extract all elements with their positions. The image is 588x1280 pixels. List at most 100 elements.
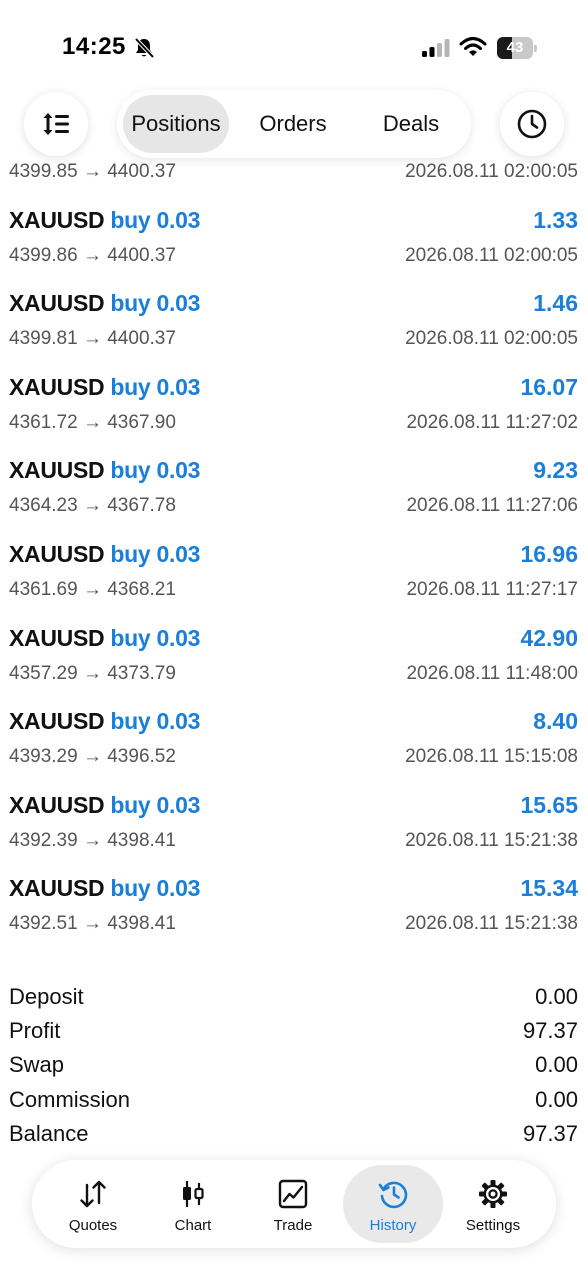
- clock-icon: [517, 109, 547, 139]
- deal-profit: 15.34: [520, 875, 578, 902]
- summary-value: 0.00: [535, 1052, 578, 1078]
- deal-symbol: XAUUSD buy 0.03: [9, 290, 200, 317]
- deal-side-volume: buy 0.03: [110, 373, 201, 400]
- summary-value: 97.37: [522, 1018, 578, 1044]
- tab-history[interactable]: History: [343, 1165, 443, 1243]
- deal-symbol-name: XAUUSD: [9, 541, 105, 567]
- summary-label: Balance: [9, 1120, 89, 1146]
- deal-row[interactable]: XAUUSD buy 0.03 1.46 4399.81 → 4400.37 2026…: [0, 290, 588, 374]
- deal-row[interactable]: XAUUSD buy 0.03 1.33 4399.86 → 4400.37 2026…: [0, 207, 588, 291]
- deal-symbol: XAUUSD buy 0.03: [9, 625, 200, 652]
- deal-prices: 4392.51 → 4398.41: [9, 913, 176, 935]
- sort-button[interactable]: [24, 92, 88, 156]
- history-period-button[interactable]: [500, 92, 564, 156]
- tab-trade-label: Trade: [273, 1217, 313, 1234]
- signal-icon: [422, 39, 450, 57]
- summary-row-commission: Commission 0.00: [0, 1087, 588, 1121]
- deal-time: 2026.08.11 02:00:05: [405, 161, 578, 182]
- deal-row[interactable]: XAUUSD buy 0.03 16.07 4361.72 → 4367.90 202…: [0, 374, 588, 458]
- summary-label: Commission: [9, 1086, 131, 1112]
- deal-symbol-name: XAUUSD: [9, 373, 105, 400]
- deal-profit: 1.46: [533, 290, 578, 317]
- wifi-icon: [459, 37, 487, 56]
- deal-symbol: XAUUSD buy 0.03: [9, 875, 200, 902]
- tab-quotes-label: Quotes: [68, 1217, 118, 1234]
- deal-symbol: XAUUSD buy 0.03: [9, 708, 200, 735]
- sort-icon: [43, 113, 69, 135]
- deal-symbol: XAUUSD buy 0.03: [9, 792, 200, 819]
- deal-symbol-name: XAUUSD: [9, 791, 105, 818]
- deal-prices: 4399.85 → 4400.37: [9, 161, 176, 182]
- deal-symbol-name: XAUUSD: [9, 290, 105, 317]
- deal-side-volume: buy 0.03: [110, 875, 201, 902]
- summary-value: 0.00: [535, 984, 578, 1009]
- summary-value: 97.37: [522, 1120, 578, 1146]
- deal-prices: 4364.23 → 4367.78: [9, 495, 176, 517]
- candlestick-icon: [183, 1181, 204, 1207]
- deal-time: 2026.08.11 15:15:08: [405, 746, 578, 768]
- tab-history-label: History: [369, 1217, 417, 1234]
- deal-prices: 4392.39 → 4398.41: [9, 829, 176, 851]
- deal-time: 2026.08.11 11:27:02: [406, 411, 578, 433]
- battery-icon: 43: [497, 37, 537, 59]
- tab-quotes[interactable]: Quotes: [43, 1165, 143, 1243]
- deal-row[interactable]: XAUUSD buy 0.031.334399.85 → 4400.372026…: [0, 160, 588, 207]
- deal-symbol-name: XAUUSD: [9, 708, 105, 735]
- deal-profit: 9.23: [533, 457, 578, 484]
- gear-icon: [479, 1180, 507, 1208]
- deal-row[interactable]: XAUUSD buy 0.03 15.34 4392.51 → 4398.41 202…: [0, 875, 588, 959]
- deal-time: 2026.08.11 11:27:17: [406, 579, 578, 600]
- deal-profit: 16.07: [520, 373, 578, 400]
- battery-level: 43: [506, 39, 524, 56]
- deal-row[interactable]: XAUUSD buy 0.03 9.23 4364.23 → 4367.78 2026…: [0, 457, 588, 541]
- summary-label: Swap: [9, 1052, 65, 1078]
- bottom-tab-bar: Quotes Chart Trade History Settings: [32, 1160, 556, 1248]
- deal-side-volume: buy 0.03: [110, 290, 201, 317]
- summary-row-deposit: Deposit 0.00: [0, 984, 588, 1018]
- deal-row[interactable]: XAUUSD buy 0.03 42.90 4357.29 → 4373.79 202…: [0, 625, 588, 709]
- deal-time: 2026.08.11 11:48:00: [406, 662, 578, 684]
- deal-prices: 4361.72 → 4367.90: [9, 411, 176, 433]
- deal-row[interactable]: XAUUSD buy 0.03 15.65 4392.39 → 4398.41 202…: [0, 792, 588, 876]
- history-icon: [378, 1181, 408, 1209]
- deal-profit: 8.40: [533, 708, 578, 735]
- tab-trade[interactable]: Trade: [243, 1165, 343, 1243]
- tab-positions[interactable]: Positions: [123, 95, 229, 153]
- deal-symbol-name: XAUUSD: [9, 457, 105, 484]
- tab-deals[interactable]: Deals: [363, 95, 459, 153]
- deal-side-volume: buy 0.03: [110, 624, 201, 651]
- tab-chart[interactable]: Chart: [143, 1165, 243, 1243]
- deal-row[interactable]: XAUUSD buy 0.03 16.96 4361.69 → 4368.21 202…: [0, 541, 588, 625]
- deal-time: 2026.08.11 02:00:05: [405, 244, 578, 266]
- quotes-arrows-icon: [80, 1180, 106, 1208]
- summary-label: Deposit: [9, 984, 84, 1009]
- deal-side-volume: buy 0.03: [110, 541, 201, 567]
- deal-profit: 16.96: [520, 541, 578, 567]
- deal-row[interactable]: XAUUSD buy 0.03 8.40 4393.29 → 4396.52 2026…: [0, 708, 588, 792]
- deal-symbol: XAUUSD buy 0.03: [9, 374, 200, 401]
- deal-profit: 42.90: [520, 624, 578, 651]
- deal-side-volume: buy 0.03: [110, 708, 201, 735]
- deal-profit: 1.33: [533, 206, 578, 233]
- status-time: 14:25: [62, 33, 126, 60]
- deals-list[interactable]: XAUUSD buy 0.03 1.33 4399.85 → 4400.37 2026…: [0, 160, 588, 980]
- view-segmented-control: Positions Orders Deals: [117, 90, 471, 158]
- tab-settings[interactable]: Settings: [443, 1165, 543, 1243]
- summary-value: 0.00: [535, 1086, 578, 1112]
- deal-side-volume: buy 0.03: [110, 791, 201, 818]
- deal-side-volume: buy 0.03: [110, 206, 201, 233]
- bell-slash-icon: [134, 37, 155, 59]
- deal-prices: 4399.86 → 4400.37: [9, 244, 176, 266]
- deal-time: 2026.08.11 15:21:38: [405, 829, 578, 851]
- deal-prices: 4393.29 → 4396.52: [9, 746, 176, 768]
- summary-row-swap: Swap 0.00: [0, 1052, 588, 1086]
- deal-symbol-name: XAUUSD: [9, 624, 105, 651]
- deal-prices: 4357.29 → 4373.79: [9, 662, 176, 684]
- trade-chart-icon: [278, 1179, 308, 1209]
- deal-symbol-name: XAUUSD: [9, 206, 105, 233]
- summary-row-balance: Balance 97.37: [0, 1121, 588, 1155]
- summary-label: Profit: [9, 1018, 61, 1044]
- tab-orders[interactable]: Orders: [241, 95, 345, 153]
- deal-prices: 4361.69 → 4368.21: [9, 579, 176, 600]
- deal-profit: 15.65: [520, 791, 578, 818]
